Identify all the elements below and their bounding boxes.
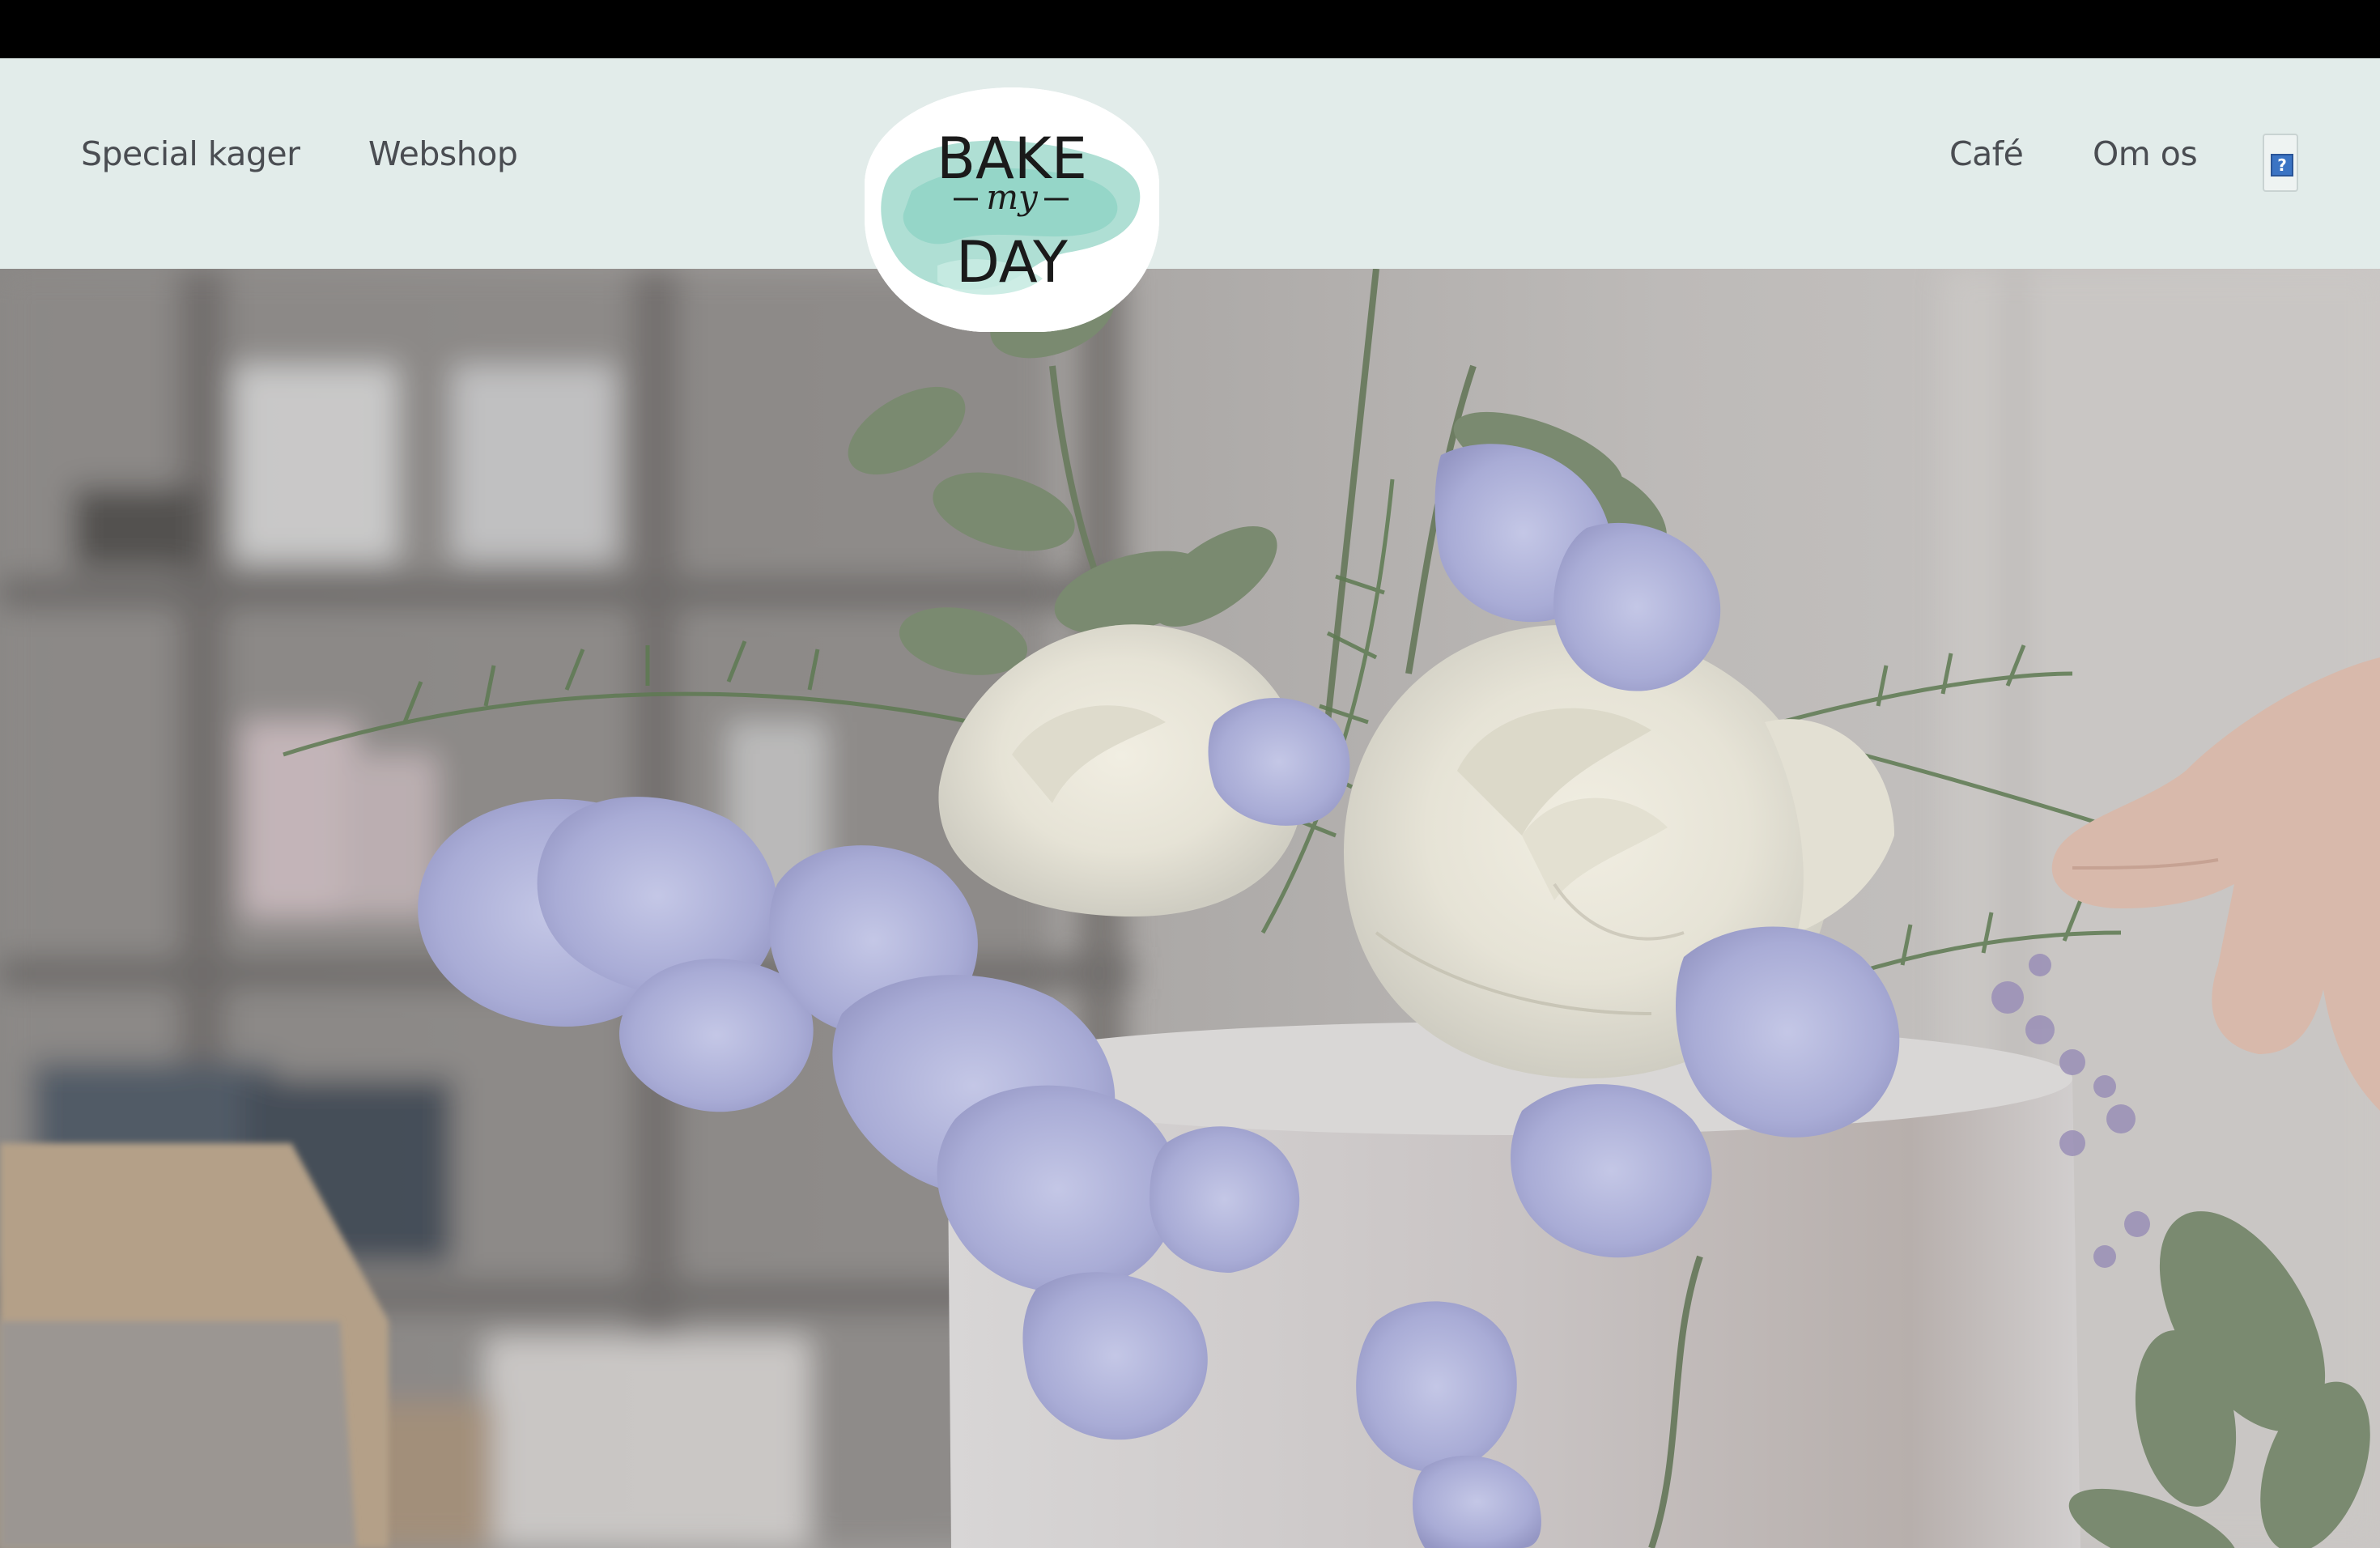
help-button[interactable]: ? <box>2263 134 2298 192</box>
logo-text-day: DAY <box>956 229 1068 296</box>
bake-my-day-logo[interactable]: BAKE my DAY <box>865 87 1159 332</box>
logo-text-my: my <box>986 177 1039 217</box>
question-mark-icon: ? <box>2271 154 2293 176</box>
nav-cafe[interactable]: Café <box>1949 138 2024 171</box>
hero-cake-flowers-image <box>0 269 2380 1548</box>
browser-top-bar <box>0 0 2380 58</box>
logo-graphic: BAKE my DAY <box>865 87 1159 332</box>
nav-om-os[interactable]: Om os <box>2093 138 2198 171</box>
nav-webshop[interactable]: Webshop <box>368 138 518 171</box>
hero-video <box>0 269 2380 1548</box>
page: Special kager Webshop Café Om os ? BAKE … <box>0 0 2380 1548</box>
nav-special-kager[interactable]: Special kager <box>81 138 300 171</box>
